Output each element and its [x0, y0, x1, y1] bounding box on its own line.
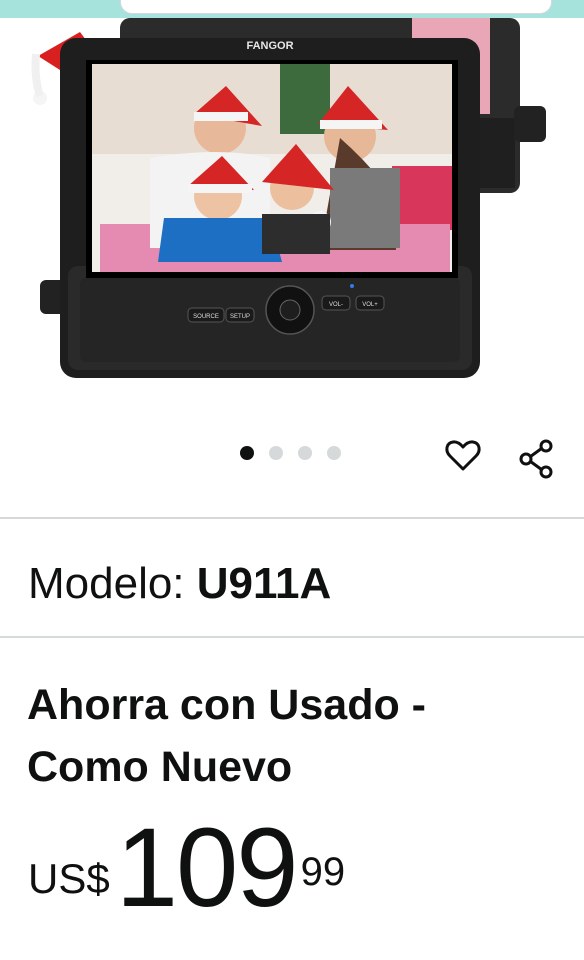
price-fraction: 99 — [300, 850, 346, 894]
offer-title[interactable]: Ahorra con Usado - Como Nuevo — [27, 674, 547, 798]
product-image[interactable]: FANGOR SOURCE SETUP VOL- VOL+ — [0, 18, 584, 418]
image-pagination-dots[interactable] — [240, 446, 341, 460]
product-image-gallery[interactable]: FANGOR SOURCE SETUP VOL- VOL+ — [0, 18, 584, 418]
top-banner-strip — [0, 0, 584, 18]
vol-minus-label: VOL- — [329, 302, 343, 308]
price: US$ 109 99 — [28, 812, 345, 932]
model-label: Modelo: — [28, 559, 197, 608]
search-bar-edge[interactable] — [120, 0, 552, 14]
share-icon — [519, 439, 553, 479]
model-value: U911A — [196, 559, 332, 608]
brand-logo: FANGOR — [246, 40, 293, 52]
share-button[interactable] — [516, 438, 558, 480]
pagination-dot[interactable] — [240, 446, 254, 460]
price-whole: 109 — [115, 805, 299, 930]
price-currency: US$ — [28, 855, 110, 902]
front-monitor: FANGOR SOURCE SETUP VOL- VOL+ — [60, 38, 480, 378]
pagination-dot[interactable] — [269, 446, 283, 460]
heart-icon — [445, 440, 481, 471]
source-button-label: SOURCE — [193, 314, 219, 320]
model-row: Modelo: U911A — [28, 558, 331, 610]
divider — [0, 517, 584, 519]
pagination-dot[interactable] — [298, 446, 312, 460]
vol-plus-label: VOL+ — [362, 302, 378, 308]
pagination-dot[interactable] — [327, 446, 341, 460]
setup-button-label: SETUP — [230, 314, 250, 320]
favorite-button[interactable] — [442, 434, 484, 476]
divider — [0, 636, 584, 638]
